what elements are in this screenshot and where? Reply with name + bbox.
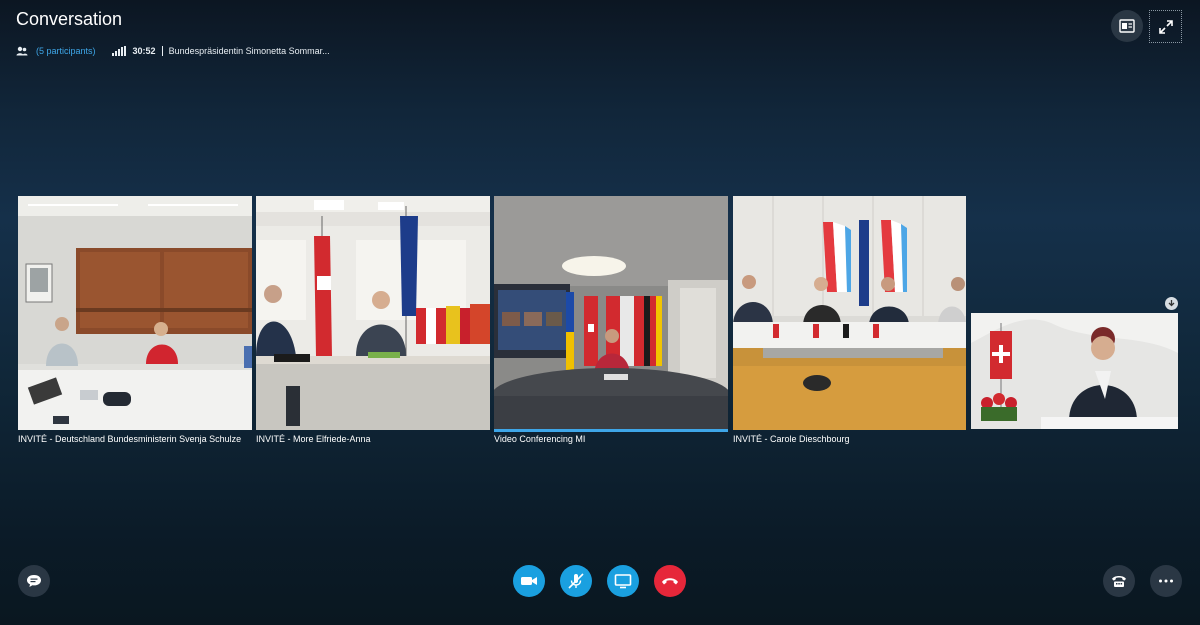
- fullscreen-button[interactable]: [1149, 10, 1182, 43]
- tile-caption-3: Video Conferencing MI: [494, 434, 586, 444]
- layout-button[interactable]: [1111, 10, 1143, 42]
- more-icon: [1159, 579, 1173, 583]
- dial-pad-icon: [1112, 576, 1126, 587]
- window-title: Conversation: [16, 9, 123, 29]
- video-frame: [18, 196, 252, 430]
- call-name: Bundespräsidentin Simonetta Sommar...: [168, 46, 330, 56]
- chat-icon: [27, 575, 41, 587]
- more-options-button[interactable]: [1150, 565, 1182, 597]
- video-tile-4[interactable]: [733, 196, 966, 430]
- microphone-muted-icon: [568, 573, 584, 589]
- video-frame: [494, 196, 728, 430]
- video-toggle-button[interactable]: [513, 565, 545, 597]
- layout-icon: [1119, 19, 1135, 33]
- video-tile-2[interactable]: [256, 196, 490, 430]
- video-tile-1[interactable]: [18, 196, 252, 430]
- dial-pad-button[interactable]: [1103, 565, 1135, 597]
- download-icon: [1168, 300, 1175, 307]
- video-frame: [256, 196, 490, 430]
- hang-up-button[interactable]: [654, 565, 686, 597]
- signal-strength-icon: [111, 46, 126, 56]
- divider: [161, 46, 163, 56]
- participants-link[interactable]: (5 participants): [36, 46, 96, 56]
- hang-up-icon: [662, 578, 678, 585]
- mute-button[interactable]: [560, 565, 592, 597]
- download-button[interactable]: [1165, 297, 1178, 310]
- video-tile-3[interactable]: [494, 196, 728, 430]
- video-frame: [733, 196, 966, 430]
- screen-share-icon: [614, 574, 632, 589]
- call-timer: 30:52: [132, 46, 156, 56]
- call-info-bar: (5 participants) 30:52 Bundespräsidentin…: [16, 44, 330, 58]
- people-icon[interactable]: [16, 45, 28, 57]
- video-tile-5[interactable]: [971, 313, 1178, 429]
- share-screen-button[interactable]: [607, 565, 639, 597]
- video-frame: [971, 313, 1178, 429]
- active-speaker-indicator: [494, 429, 728, 432]
- chat-button[interactable]: [18, 565, 50, 597]
- tile-caption-1: INVITÉ - Deutschland Bundesministerin Sv…: [18, 434, 242, 444]
- video-camera-icon: [521, 577, 537, 585]
- tile-caption-2: INVITÉ - More Elfriede-Anna: [256, 434, 371, 444]
- expand-icon: [1158, 19, 1173, 34]
- tile-caption-4: INVITÉ - Carole Dieschbourg: [733, 434, 850, 444]
